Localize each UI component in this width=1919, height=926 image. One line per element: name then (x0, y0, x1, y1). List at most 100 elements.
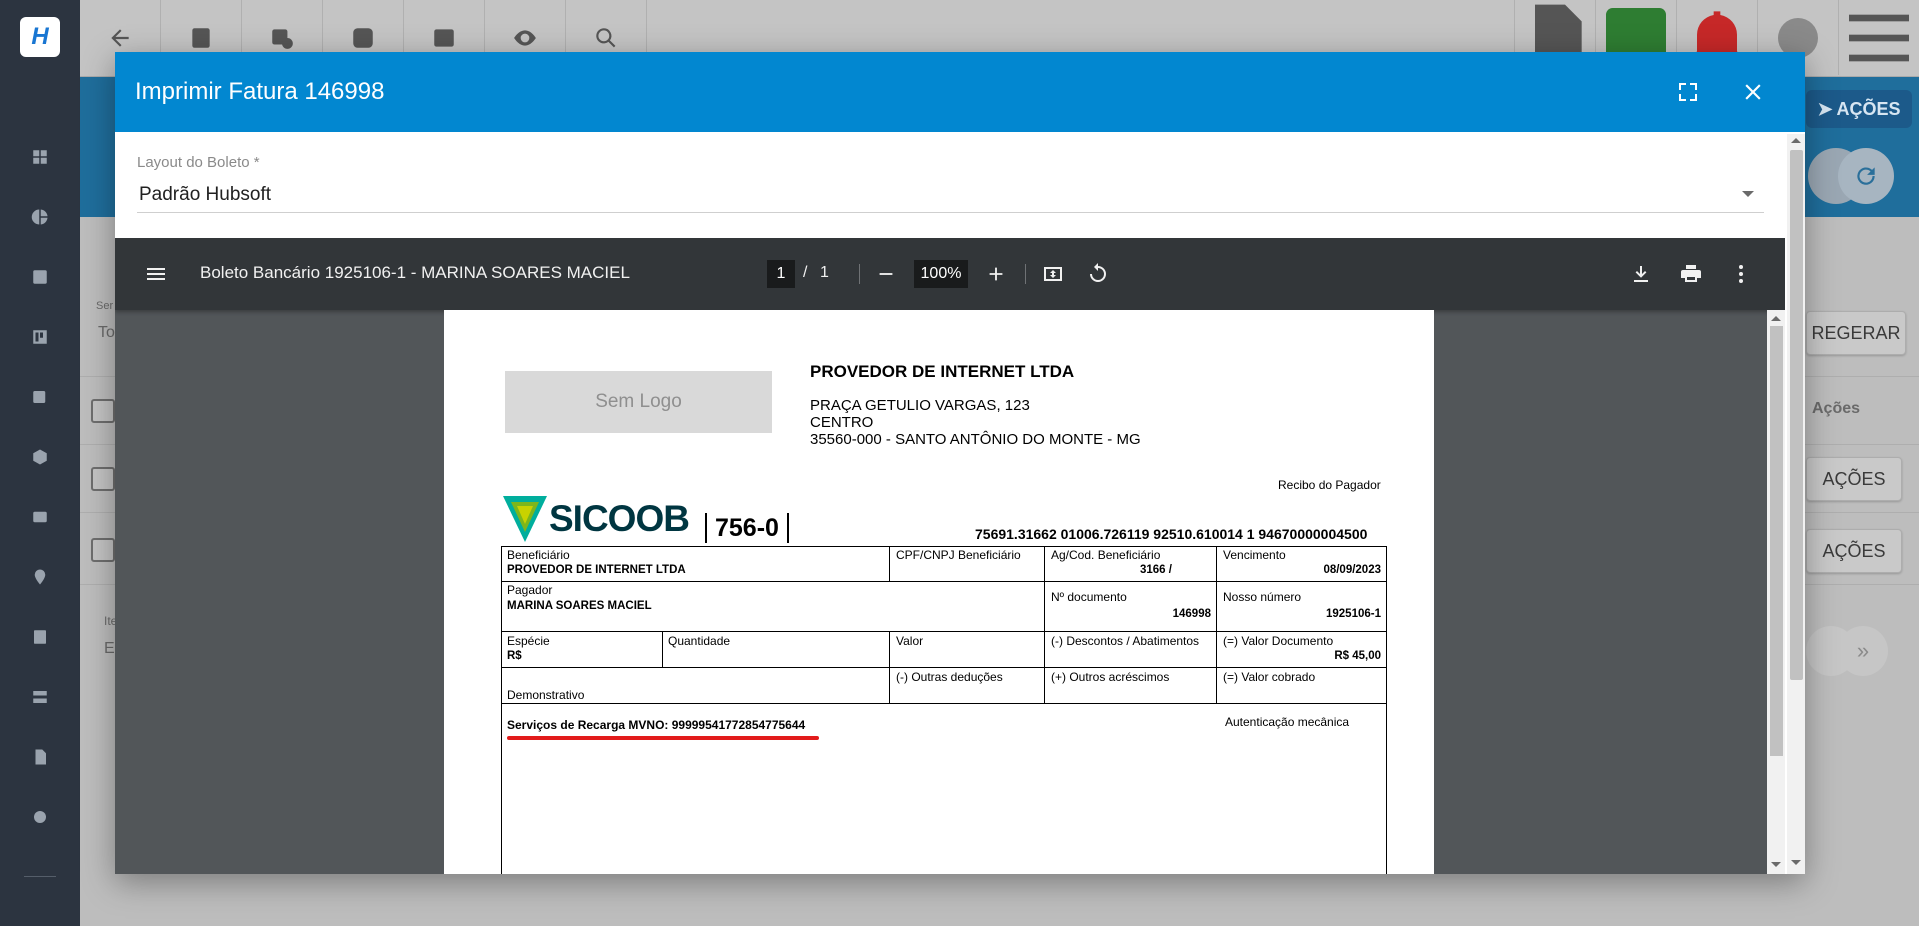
toolbar-divider (1025, 264, 1026, 284)
plus-icon (989, 267, 1003, 281)
beneficiario-label: Beneficiário (507, 548, 570, 562)
company-name: PROVEDOR DE INTERNET LTDA (810, 362, 1075, 381)
modal-scrollbar-thumb[interactable] (1790, 150, 1803, 680)
sidebar-divider (24, 876, 56, 877)
beneficiario-value: PROVEDOR DE INTERNET LTDA (507, 564, 686, 576)
outras-deducoes-label: (-) Outras deduções (896, 670, 1003, 684)
outras-deducoes-cell: (-) Outras deduções (890, 668, 1045, 704)
scroll-up-arrow[interactable] (1791, 138, 1801, 143)
demonstrativo-cell: Demonstrativo (501, 668, 890, 704)
row-acoes-label: AÇÕES (1822, 468, 1886, 489)
bank-name: SICOOB (549, 498, 690, 539)
ndoc-value: 146998 (1172, 608, 1211, 620)
servicos-text: Serviços de Recarga MVNO: 99999541772854… (507, 718, 806, 732)
cpf-cell: CPF/CNPJ Beneficiário (890, 546, 1045, 582)
menu-list-button[interactable] (1838, 0, 1919, 75)
box-icon[interactable] (29, 446, 51, 468)
digitable-line: 75691.31662 01006.726119 92510.610014 1 … (975, 526, 1368, 542)
app-logo[interactable]: H (20, 17, 60, 57)
fullscreen-button[interactable] (1672, 76, 1704, 108)
vencimento-label: Vencimento (1223, 548, 1286, 562)
quantidade-label: Quantidade (668, 634, 731, 648)
pdf-scroll-down-arrow[interactable] (1771, 862, 1781, 867)
eye-icon (514, 29, 536, 46)
pdf-viewer: Boleto Bancário 1925106-1 - MARINA SOARE… (115, 238, 1785, 874)
refresh-icon (1857, 167, 1875, 185)
layout-field-label: Layout do Boleto * (137, 154, 260, 171)
close-icon (1745, 84, 1761, 100)
zoom-out-button[interactable] (872, 260, 900, 288)
logo-placeholder: Sem Logo (505, 371, 772, 433)
page-number-input[interactable]: 1 (767, 260, 795, 288)
chevron-down-icon[interactable] (1742, 191, 1754, 197)
highlight-underline (507, 736, 819, 740)
download-button[interactable] (1627, 260, 1655, 288)
row-checkbox[interactable] (91, 467, 115, 491)
page-total: 1 (820, 264, 829, 281)
scroll-down-arrow[interactable] (1791, 860, 1801, 865)
quantidade-cell: Quantidade (663, 632, 890, 668)
sidebar-toggle-button[interactable] (142, 260, 170, 288)
regerar-button[interactable]: REGERAR (1806, 311, 1906, 355)
next-page-button[interactable]: » (1838, 626, 1888, 676)
valor-cobrado-label: (=) Valor cobrado (1223, 670, 1316, 684)
pie-chart-icon[interactable] (29, 206, 51, 228)
dashboard-icon[interactable] (29, 146, 51, 168)
location-icon[interactable] (29, 566, 51, 588)
modal-title: Imprimir Fatura 146998 (135, 78, 385, 105)
nosso-numero-cell: Nosso número 1925106-1 (1217, 582, 1387, 632)
nosso-numero-label: Nosso número (1223, 590, 1302, 604)
pagador-cell: Pagador MARINA SOARES MACIEL (501, 582, 1045, 632)
row-checkbox[interactable] (91, 538, 115, 562)
agencia-cell: Ag/Cod. Beneficiário 3166 / (1045, 546, 1217, 582)
pdf-scroll-up-arrow[interactable] (1771, 316, 1781, 321)
pdf-toolbar: Boleto Bancário 1925106-1 - MARINA SOARE… (115, 238, 1785, 310)
download-icon (1634, 266, 1648, 282)
ndoc-label: Nº documento (1051, 590, 1127, 604)
acoes-top-button[interactable]: ➤ AÇÕES (1806, 90, 1912, 128)
document-icon[interactable] (29, 746, 51, 768)
more-options-button[interactable] (1727, 260, 1755, 288)
contact-card-icon (192, 27, 210, 48)
money-icon[interactable] (29, 506, 51, 528)
bank-logo: SICOOB (503, 496, 690, 542)
row-acoes-button[interactable]: AÇÕES (1806, 457, 1902, 501)
beneficiario-cell: Beneficiário PROVEDOR DE INTERNET LTDA (501, 546, 890, 582)
filter-label: Ser (96, 300, 114, 312)
descontos-label: (-) Descontos / Abatimentos (1051, 634, 1200, 648)
page-separator: / (803, 264, 808, 281)
print-button[interactable] (1677, 260, 1705, 288)
cpf-label: CPF/CNPJ Beneficiário (896, 548, 1021, 562)
sicoob-logo-icon (503, 496, 547, 542)
rotate-icon (1090, 263, 1106, 282)
pdf-scrollbar-thumb[interactable] (1770, 326, 1783, 756)
layout-select[interactable]: Padrão Hubsoft (139, 184, 271, 206)
rotate-button[interactable] (1084, 260, 1112, 288)
close-button[interactable] (1737, 76, 1769, 108)
contacts-icon[interactable] (29, 266, 51, 288)
autenticacao-label: Autenticação mecânica (1225, 715, 1350, 729)
list-icon (1849, 14, 1909, 61)
agencia-value: 3166 / (1140, 564, 1172, 576)
receipt-title: Recibo do Pagador (1278, 478, 1381, 492)
fit-page-button[interactable] (1039, 260, 1067, 288)
server-icon[interactable] (29, 686, 51, 708)
zoom-in-button[interactable] (982, 260, 1010, 288)
calendar-clock-icon[interactable] (29, 386, 51, 408)
vencimento-value: 08/09/2023 (1323, 564, 1381, 576)
filter-value: To (98, 324, 115, 341)
outros-acrescimos-label: (+) Outros acréscimos (1051, 670, 1170, 684)
row-acoes-label: AÇÕES (1822, 540, 1886, 561)
row-acoes-button[interactable]: AÇÕES (1806, 529, 1902, 573)
list-doc-icon[interactable] (29, 626, 51, 648)
calendar-clock-icon (272, 28, 293, 49)
items-value: E (104, 640, 115, 657)
refresh-button[interactable] (1838, 148, 1894, 204)
hamburger-icon (147, 268, 165, 280)
zoom-level-input[interactable]: 100% (914, 260, 968, 288)
board-icon[interactable] (29, 326, 51, 348)
vencimento-cell: Vencimento 08/09/2023 (1217, 546, 1387, 582)
select-all-checkbox[interactable] (91, 399, 115, 423)
settings-icon[interactable] (29, 806, 51, 828)
arrow-left-icon (111, 28, 129, 47)
